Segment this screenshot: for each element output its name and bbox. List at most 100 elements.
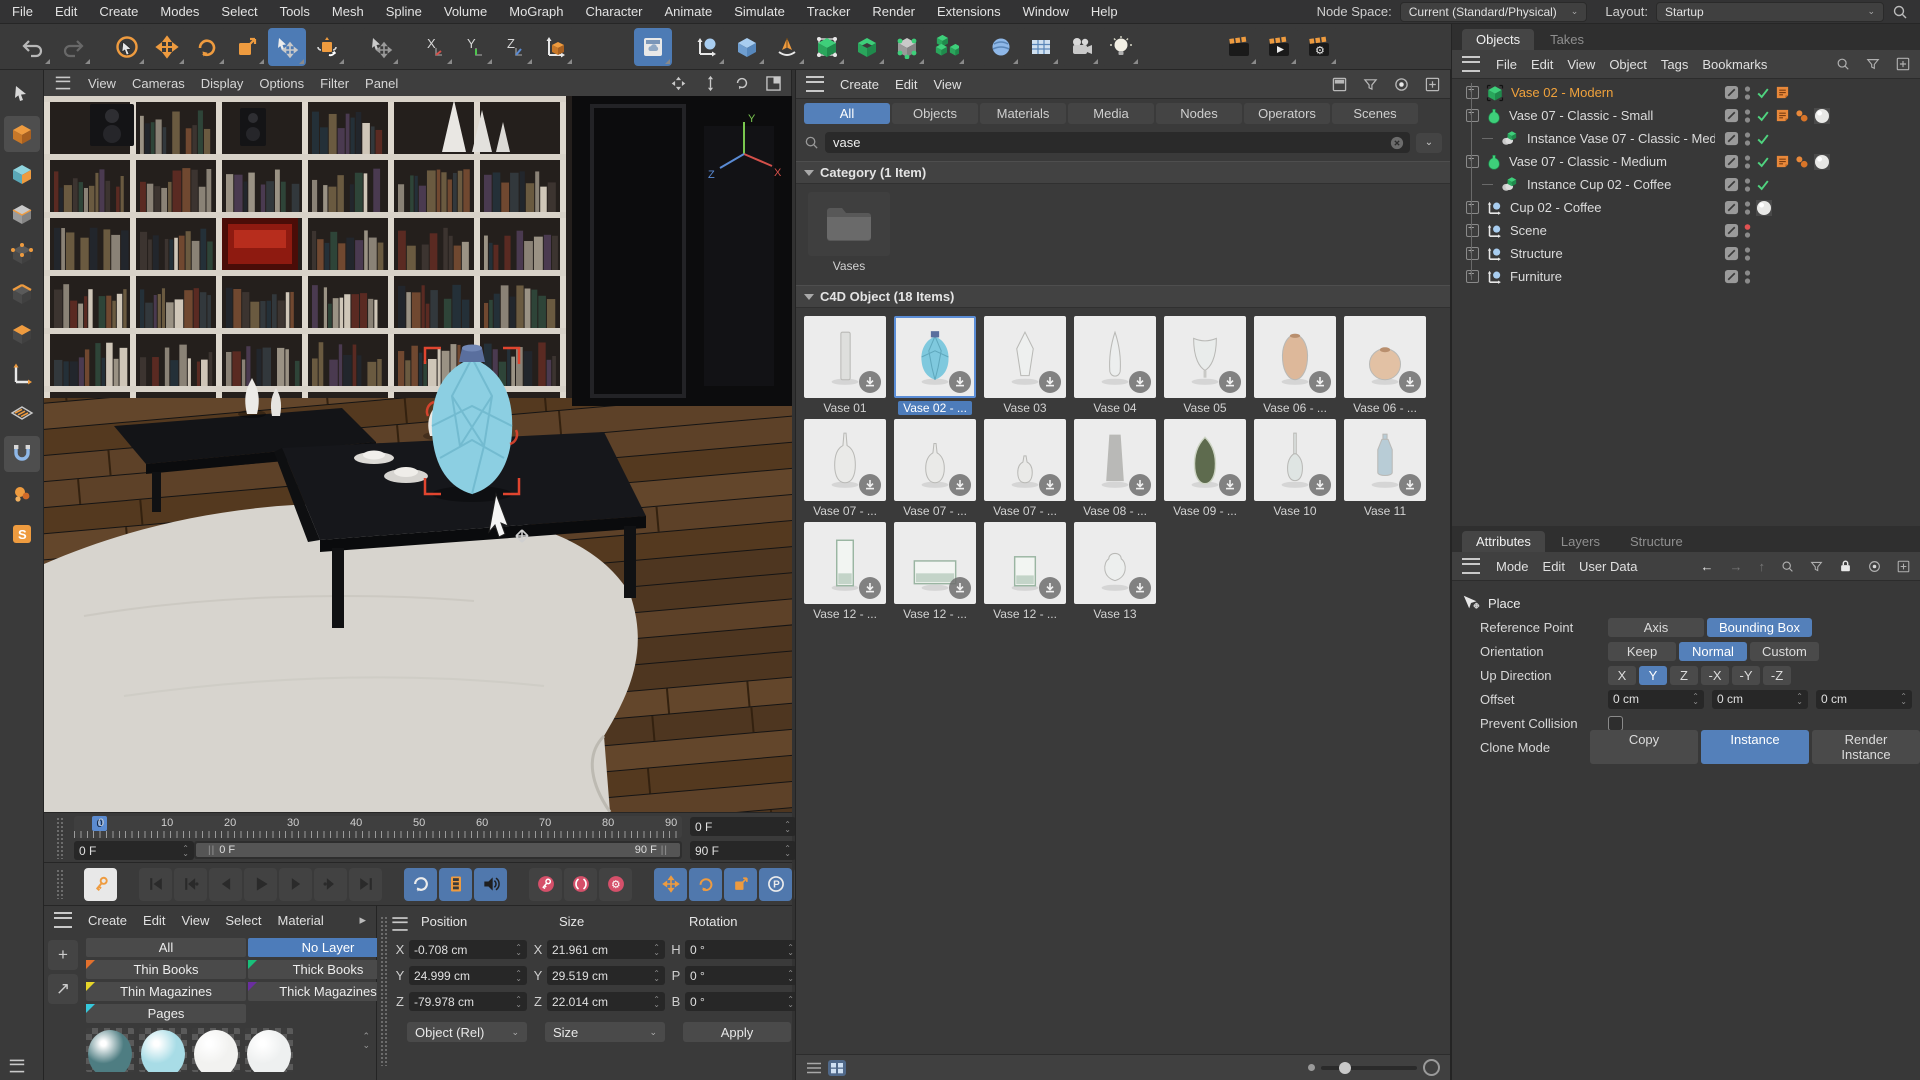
visibility-dots-icon[interactable] <box>1744 246 1751 262</box>
viewport-pan-icon[interactable] <box>670 75 687 92</box>
asset-card-vase-03-3[interactable]: Vase 03 <box>982 316 1068 415</box>
download-badge-icon[interactable] <box>859 577 881 599</box>
enabled-check-icon[interactable] <box>1756 178 1770 192</box>
edit-enable-icon[interactable] <box>1724 108 1739 123</box>
asset-add-panel-icon[interactable] <box>1425 77 1440 92</box>
enabled-check-icon[interactable] <box>1756 155 1770 169</box>
om-menu-file[interactable]: File <box>1496 57 1517 72</box>
viewport-menu-view[interactable]: View <box>88 76 116 91</box>
menu-edit[interactable]: Edit <box>55 4 77 19</box>
asset-card-vase-12-15[interactable]: Vase 12 - ... <box>802 522 888 621</box>
material-tag-icon[interactable] <box>1814 108 1830 124</box>
reference-point-option-bounding-box[interactable]: Bounding Box <box>1707 618 1812 637</box>
edit-enable-icon[interactable] <box>1724 154 1739 169</box>
object-row-instance-vase-07-classic-medium[interactable]: Instance Vase 07 - Classic - Medium <box>1452 127 1920 150</box>
viewport-maximize-icon[interactable] <box>766 76 781 91</box>
asset-card-vase-02-2[interactable]: Vase 02 - ... <box>892 316 978 415</box>
asset-card-vase-06-7[interactable]: Vase 06 - ... <box>1342 316 1428 415</box>
material-menu-create[interactable]: Create <box>88 913 127 928</box>
asset-card-vase-07-10[interactable]: Vase 07 - ... <box>982 419 1068 518</box>
camera-button[interactable] <box>1062 28 1100 66</box>
visibility-dots-icon[interactable] <box>1744 200 1751 216</box>
expand-toggle-icon[interactable] <box>1466 201 1479 214</box>
menu-animate[interactable]: Animate <box>665 4 713 19</box>
download-badge-icon[interactable] <box>1129 371 1151 393</box>
interaction-tag-icon[interactable] <box>1795 109 1809 123</box>
material-menu-select[interactable]: Select <box>225 913 261 928</box>
move-tool-active-button[interactable] <box>268 28 306 66</box>
up-direction-option-x[interactable]: X <box>1608 666 1636 685</box>
object-row-vase-02-modern[interactable]: Vase 02 - Modern <box>1452 81 1920 104</box>
om-add-panel-icon[interactable] <box>1896 57 1910 71</box>
attr-tab-attributes[interactable]: Attributes <box>1462 531 1545 552</box>
start-frame-field[interactable]: 0 F⌃⌄ <box>74 841 194 860</box>
pop-out-button[interactable]: ↗ <box>48 974 78 1004</box>
uv-mode-button[interactable] <box>4 196 40 232</box>
axis-y-button[interactable]: Y <box>456 28 494 66</box>
download-badge-icon[interactable] <box>859 474 881 496</box>
sound-button[interactable] <box>474 868 507 901</box>
download-badge-icon[interactable] <box>949 371 971 393</box>
viewport-canvas[interactable]: Y X Z <box>44 96 792 812</box>
expand-toggle-icon[interactable] <box>1466 247 1479 260</box>
subdivision-surface-button[interactable] <box>808 28 846 66</box>
interaction-tag-icon[interactable] <box>1795 155 1809 169</box>
attributes-menu-icon[interactable] <box>1462 558 1480 574</box>
menu-create[interactable]: Create <box>99 4 138 19</box>
download-badge-icon[interactable] <box>949 474 971 496</box>
asset-menu-edit[interactable]: Edit <box>895 77 917 92</box>
light-button[interactable] <box>1102 28 1140 66</box>
orientation-option-normal[interactable]: Normal <box>1679 642 1747 661</box>
material-tag-icon[interactable] <box>1814 154 1830 170</box>
asset-tab-nodes[interactable]: Nodes <box>1156 103 1242 124</box>
snap-mode-button[interactable] <box>4 436 40 472</box>
apply-button[interactable]: Apply <box>683 1022 791 1042</box>
object-section-header[interactable]: C4D Object (18 Items) <box>796 285 1450 308</box>
download-badge-icon[interactable] <box>1399 371 1421 393</box>
expand-toggle-icon[interactable] <box>1466 109 1479 122</box>
redo-button[interactable] <box>54 28 92 66</box>
next-frame-button[interactable] <box>279 868 312 901</box>
position-x-field[interactable]: -0.708 cm⌃⌄ <box>409 940 527 959</box>
object-row-scene[interactable]: Scene <box>1452 219 1920 242</box>
menu-select[interactable]: Select <box>221 4 257 19</box>
menu-tools[interactable]: Tools <box>280 4 310 19</box>
make-editable-button[interactable] <box>4 76 40 112</box>
size-mode-dropdown[interactable]: Size⌄ <box>545 1022 665 1042</box>
current-frame-field[interactable]: 0 F⌃⌄ <box>690 817 796 836</box>
category-section-header[interactable]: Category (1 Item) <box>796 161 1450 184</box>
menu-tracker[interactable]: Tracker <box>807 4 851 19</box>
asset-card-vase-12-17[interactable]: Vase 12 - ... <box>982 522 1068 621</box>
panel-tab-takes[interactable]: Takes <box>1536 29 1598 50</box>
viewport-menu-options[interactable]: Options <box>259 76 304 91</box>
layer-chip-thin-books[interactable]: Thin Books <box>86 960 246 979</box>
play-button[interactable] <box>244 868 277 901</box>
dynamic-place-button[interactable] <box>308 28 346 66</box>
material-menu-edit[interactable]: Edit <box>143 913 165 928</box>
asset-card-vase-08-11[interactable]: Vase 08 - ... <box>1072 419 1158 518</box>
om-menu-object[interactable]: Object <box>1609 57 1647 72</box>
asset-filter-icon[interactable] <box>1363 77 1378 92</box>
coord-system-button[interactable] <box>536 28 574 66</box>
grid-view-icon[interactable] <box>828 1060 846 1076</box>
texture-mode-button[interactable] <box>4 156 40 192</box>
annotation-tag-icon[interactable] <box>1775 108 1790 123</box>
om-menu-bookmarks[interactable]: Bookmarks <box>1702 57 1767 72</box>
download-badge-icon[interactable] <box>1309 474 1331 496</box>
end-frame-field[interactable]: 90 F⌃⌄ <box>690 841 796 860</box>
key-parameter-button[interactable]: P <box>759 868 792 901</box>
timeline-range-track[interactable]: ||0 F 90 F|| <box>194 841 682 859</box>
paint-mode-button[interactable] <box>4 476 40 512</box>
attr-add-panel-icon[interactable] <box>1897 560 1910 573</box>
object-manager-menu-icon[interactable] <box>1462 56 1480 72</box>
render-settings-button[interactable]: ⚙ <box>1300 28 1338 66</box>
download-badge-icon[interactable] <box>1129 474 1151 496</box>
layer-chip-all[interactable]: All <box>86 938 246 957</box>
material-swatch-3[interactable] <box>192 1028 240 1072</box>
visibility-dots-icon[interactable] <box>1744 223 1751 239</box>
menu-render[interactable]: Render <box>872 4 915 19</box>
asset-tab-objects[interactable]: Objects <box>892 103 978 124</box>
goto-end-button[interactable] <box>349 868 382 901</box>
grid-tool-button[interactable] <box>1022 28 1060 66</box>
visibility-dots-icon[interactable] <box>1744 269 1751 285</box>
